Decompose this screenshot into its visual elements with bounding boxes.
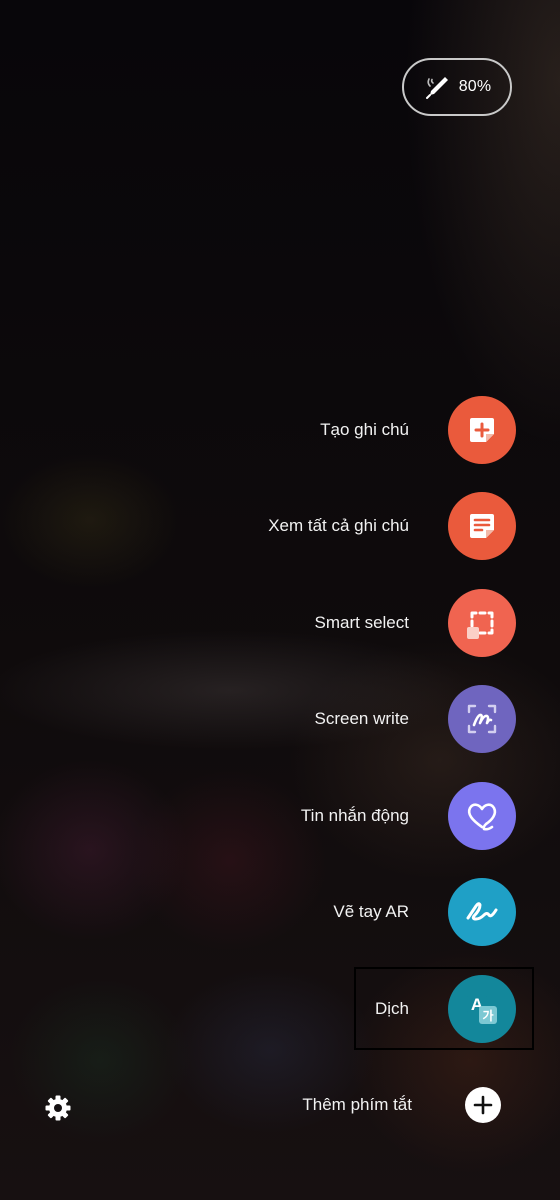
view-all-notes-button[interactable] (448, 492, 516, 560)
menu-item-label: Smart select (314, 613, 409, 632)
menu-item-label: Xem tất cả ghi chú (268, 516, 409, 535)
menu-item-create-note[interactable]: Tạo ghi chú (320, 396, 516, 464)
screen-write-icon (467, 704, 497, 734)
menu-item-live-message[interactable]: Tin nhắn động (301, 782, 516, 850)
live-message-button[interactable] (448, 782, 516, 850)
menu-item-label: Tạo ghi chú (320, 420, 409, 439)
ar-doodle-button[interactable] (448, 878, 516, 946)
menu-item-label: Screen write (314, 709, 409, 728)
pen-battery-percent: 80% (458, 78, 492, 95)
s-pen-icon (425, 77, 448, 99)
screen-write-button[interactable] (448, 685, 516, 753)
menu-item-label: Tin nhắn động (300, 806, 409, 825)
add-shortcut-row[interactable]: Thêm phím tắt (302, 1087, 501, 1123)
smart-select-button[interactable] (448, 589, 516, 657)
add-shortcut-button[interactable] (465, 1087, 501, 1123)
menu-item-view-all-notes[interactable]: Xem tất cả ghi chú (268, 492, 516, 560)
ar-doodle-icon (466, 902, 498, 921)
settings-gear-icon[interactable] (44, 1094, 72, 1122)
view-all-notes-icon (470, 514, 494, 538)
menu-item-screen-write[interactable]: Screen write (315, 685, 516, 753)
menu-item-ar-doodle[interactable]: Vẽ tay AR (333, 878, 516, 946)
menu-item-label: Vẽ tay AR (333, 902, 409, 921)
pen-battery-indicator: 80% (402, 58, 512, 116)
add-shortcut-label: Thêm phím tắt (302, 1095, 412, 1114)
live-message-icon (467, 803, 497, 831)
create-note-icon (470, 418, 494, 442)
menu-item-smart-select[interactable]: Smart select (315, 589, 516, 657)
selection-highlight (354, 967, 534, 1050)
plus-icon (473, 1095, 493, 1115)
create-note-button[interactable] (448, 396, 516, 464)
smart-select-icon (467, 611, 494, 639)
